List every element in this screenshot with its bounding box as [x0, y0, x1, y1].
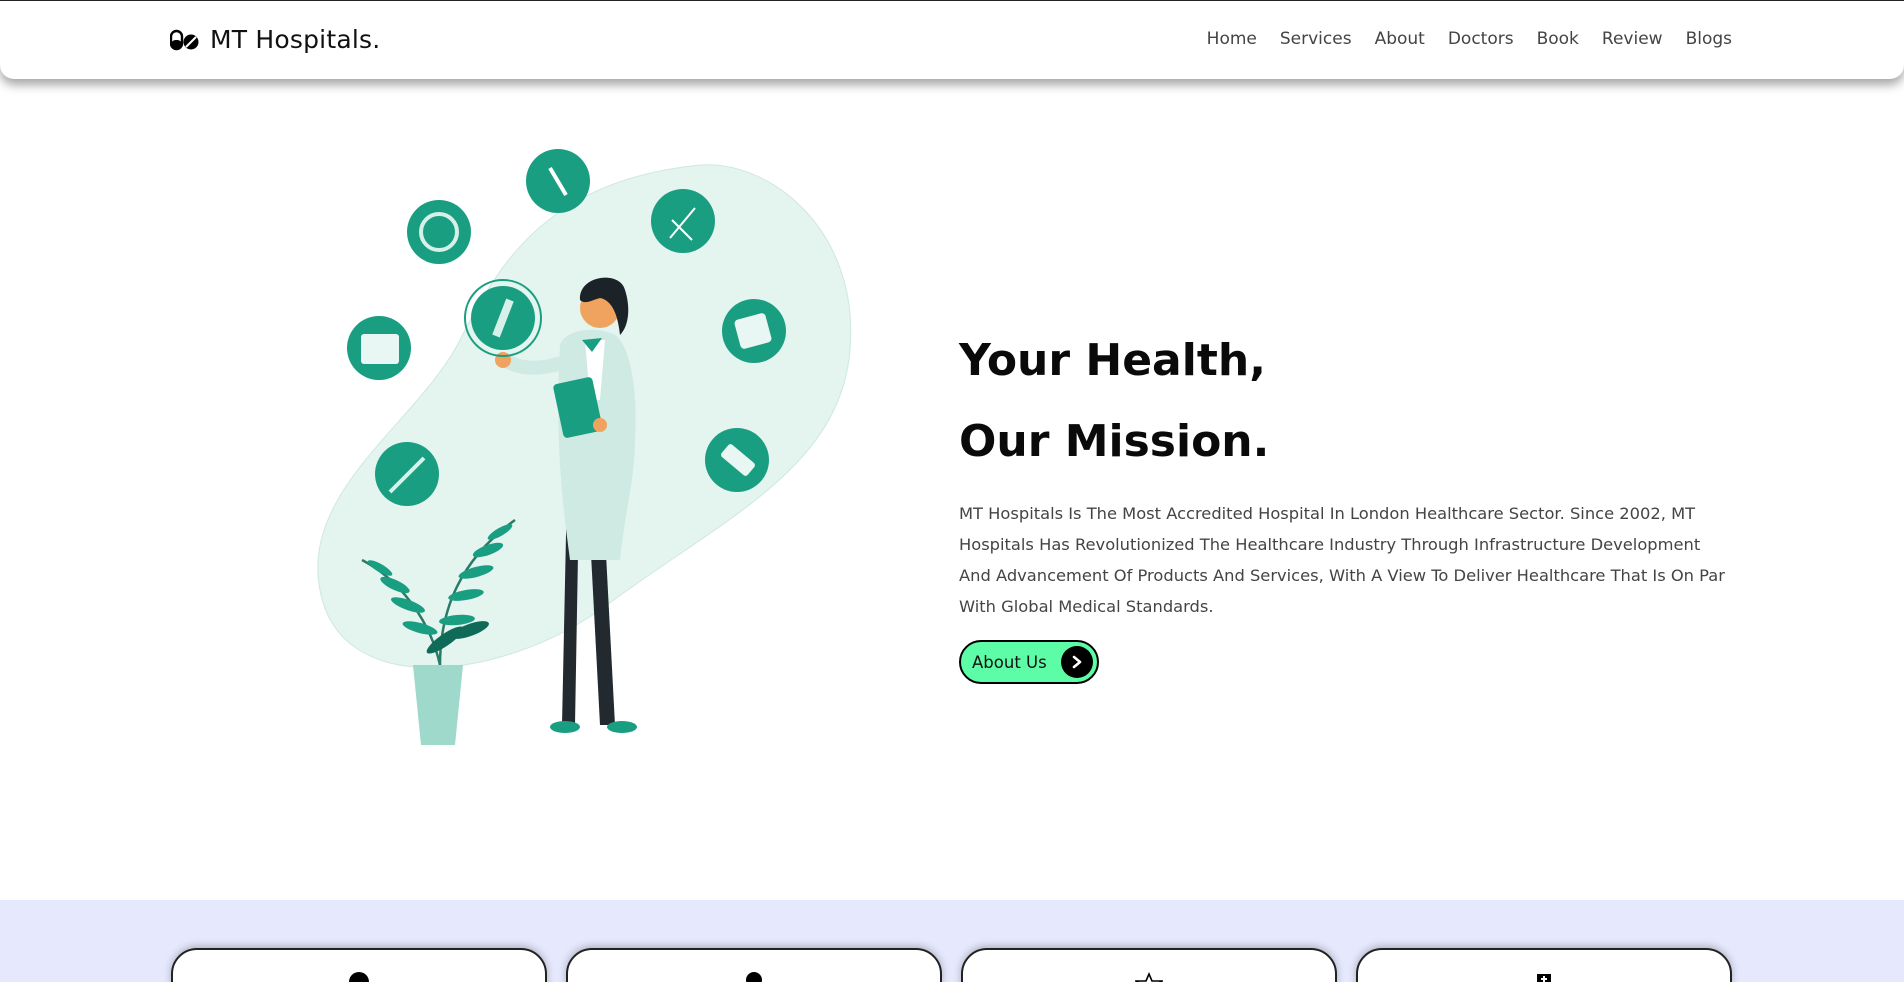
star-icon [1135, 972, 1163, 982]
clinic-icon [1537, 974, 1551, 982]
user-icon [349, 972, 369, 982]
service-card[interactable] [171, 948, 547, 982]
ring-icon [407, 200, 471, 264]
nav-review[interactable]: Review [1602, 29, 1663, 49]
nav-home[interactable]: Home [1207, 29, 1257, 49]
navbar: MT Hospitals. Home Services About Doctor… [0, 0, 1904, 79]
nav-book[interactable]: Book [1537, 29, 1579, 49]
hero-headline-line1: Your Health, [959, 335, 1266, 386]
doctor-illustration [317, 149, 852, 745]
pills-icon [170, 29, 199, 50]
main-nav: Home Services About Doctors Book Review … [1207, 29, 1732, 49]
service-card[interactable] [566, 948, 942, 982]
service-card[interactable] [1356, 948, 1732, 982]
nav-about[interactable]: About [1375, 29, 1425, 49]
hero-headline-line2: Our Mission. [959, 416, 1270, 467]
nav-doctors[interactable]: Doctors [1448, 29, 1514, 49]
brand-name: MT Hospitals. [210, 25, 381, 54]
hero-section: Your Health, Our Mission. MT Hospitals I… [959, 320, 1739, 684]
nav-services[interactable]: Services [1280, 29, 1352, 49]
service-card[interactable] [961, 948, 1337, 982]
user-icon [746, 972, 762, 982]
chevron-right-icon [1060, 646, 1093, 678]
nav-blogs[interactable]: Blogs [1686, 29, 1732, 49]
about-us-label: About Us [972, 652, 1047, 672]
hero-description: MT Hospitals Is The Most Accredited Hosp… [959, 504, 1725, 616]
about-us-button[interactable]: About Us [959, 640, 1099, 684]
brand[interactable]: MT Hospitals. [170, 25, 380, 54]
